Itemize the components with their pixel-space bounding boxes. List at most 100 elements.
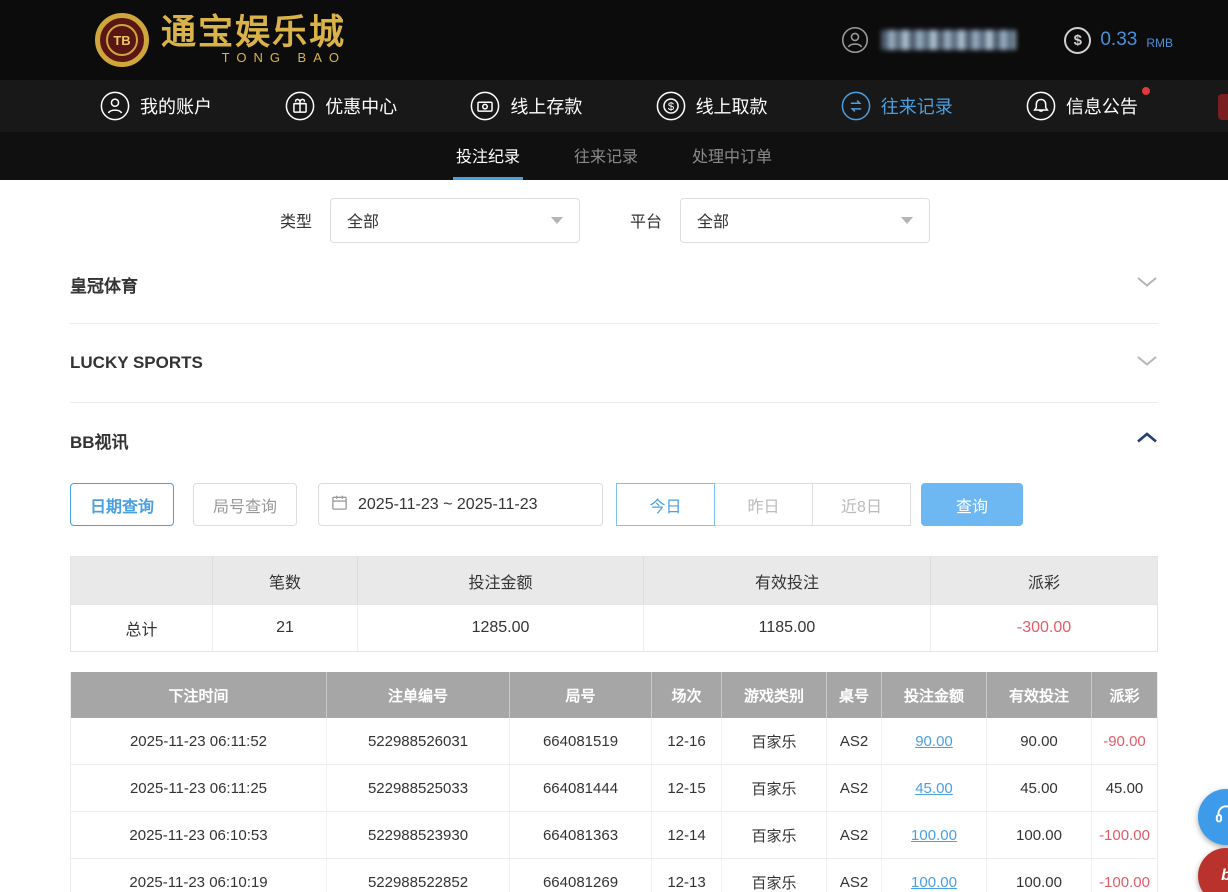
customer-service-button[interactable]: [1198, 789, 1228, 845]
section-crown-sports[interactable]: 皇冠体育: [70, 245, 1158, 324]
last-8-days-button[interactable]: 近8日: [812, 483, 911, 526]
notification-dot: [1142, 87, 1150, 95]
query-toolbar: 日期查询 局号查询 2025-11-23 ~ 2025-11-23 今日 昨日 …: [70, 483, 1158, 526]
nav-label: 信息公告: [1066, 93, 1138, 119]
balance-currency: RMB: [1146, 36, 1173, 50]
nav-item-deposit[interactable]: 线上存款: [470, 91, 582, 121]
tab-bet-records[interactable]: 投注纪录: [453, 132, 523, 180]
table-row: 2025-11-23 06:11:25 522988525033 6640814…: [71, 765, 1157, 812]
promo-floating-button[interactable]: b: [1198, 848, 1228, 892]
quick-range-group: 今日 昨日 近8日: [616, 483, 911, 526]
filter-bar: 类型 全部 平台 全部: [280, 197, 1228, 243]
tab-transaction-records[interactable]: 往来记录: [571, 132, 641, 180]
summary-count: 21: [213, 604, 358, 651]
svg-text:$: $: [667, 101, 674, 113]
bet-amount-link[interactable]: 45.00: [915, 780, 953, 797]
today-button[interactable]: 今日: [616, 483, 715, 526]
header-bet-time: 下注时间: [71, 672, 327, 718]
chevron-down-icon: [1136, 275, 1158, 293]
cell-valid-bet: 45.00: [987, 765, 1092, 811]
cell-order-id: 522988522852: [327, 859, 510, 892]
edge-marquee-partial: [1218, 94, 1228, 120]
user-area: $ 0.33 RMB: [841, 26, 1173, 54]
cell-table-no: AS2: [827, 718, 882, 764]
summary-payout: -300.00: [931, 604, 1157, 651]
gift-icon: [285, 91, 315, 121]
cell-bet-time: 2025-11-23 06:11:25: [71, 765, 327, 811]
cell-game-type: 百家乐: [722, 765, 827, 811]
section-title: LUCKY SPORTS: [70, 353, 203, 373]
section-title: 皇冠体育: [70, 272, 138, 297]
dollar-icon: $: [1064, 27, 1091, 54]
summary-table: 笔数 投注金额 有效投注 派彩 总计 21 1285.00 1185.00 -3…: [70, 556, 1158, 652]
summary-bet-amount: 1285.00: [358, 604, 644, 651]
header-table-no: 桌号: [827, 672, 882, 718]
section-bb-video[interactable]: BB视讯: [70, 403, 1158, 477]
summary-total-label: 总计: [71, 604, 213, 651]
chevron-down-icon: [551, 217, 563, 224]
cell-table-no: AS2: [827, 765, 882, 811]
username-redacted: [881, 30, 1016, 50]
bet-records-table: 下注时间 注单编号 局号 场次 游戏类别 桌号 投注金额 有效投注 派彩 202…: [70, 672, 1158, 892]
user-icon: [100, 91, 130, 121]
tab-pending-orders[interactable]: 处理中订单: [689, 132, 775, 180]
cell-table-no: AS2: [827, 812, 882, 858]
cell-payout: -90.00: [1092, 718, 1157, 764]
cell-bet-time: 2025-11-23 06:11:52: [71, 718, 327, 764]
date-query-button[interactable]: 日期查询: [70, 483, 174, 526]
summary-header-payout: 派彩: [931, 557, 1157, 604]
cell-session: 12-16: [652, 718, 722, 764]
customer-service-headset-icon: [1213, 802, 1228, 833]
nav-item-withdraw[interactable]: $ 线上取款: [656, 91, 768, 121]
header-valid-bet: 有效投注: [987, 672, 1092, 718]
header-round-id: 局号: [510, 672, 652, 718]
poker-chip-icon: TB: [95, 13, 149, 67]
round-query-button[interactable]: 局号查询: [193, 483, 297, 526]
search-button[interactable]: 查询: [921, 483, 1023, 526]
nav-item-records[interactable]: 往来记录: [841, 91, 953, 121]
cell-payout: -100.00: [1092, 812, 1157, 858]
date-range-input[interactable]: 2025-11-23 ~ 2025-11-23: [318, 483, 603, 526]
balance[interactable]: $ 0.33 RMB: [1064, 27, 1173, 54]
nav-item-promotions[interactable]: 优惠中心: [285, 91, 397, 121]
bet-amount-link[interactable]: 100.00: [911, 874, 957, 891]
table-row: 2025-11-23 06:11:52 522988526031 6640815…: [71, 718, 1157, 765]
cell-game-type: 百家乐: [722, 812, 827, 858]
cell-table-no: AS2: [827, 859, 882, 892]
summary-header-valid: 有效投注: [644, 557, 931, 604]
logo-subtitle: TONG BAO: [222, 50, 346, 65]
platform-select[interactable]: 全部: [680, 198, 930, 243]
cell-order-id: 522988525033: [327, 765, 510, 811]
header-game-type: 游戏类别: [722, 672, 827, 718]
nav-item-my-account[interactable]: 我的账户: [100, 91, 212, 121]
records-icon: [841, 91, 871, 121]
record-tabs: 投注纪录 往来记录 处理中订单: [0, 132, 1228, 180]
cell-game-type: 百家乐: [722, 718, 827, 764]
deposit-coin-icon: [470, 91, 500, 121]
summary-valid-bet: 1185.00: [644, 604, 931, 651]
cell-round-id: 664081363: [510, 812, 652, 858]
chevron-down-icon: [1136, 354, 1158, 372]
nav-item-announcements[interactable]: 信息公告: [1026, 91, 1138, 121]
site-logo[interactable]: TB 通宝娱乐城 TONG BAO: [95, 13, 346, 67]
bet-amount-link[interactable]: 90.00: [915, 733, 953, 750]
cell-session: 12-15: [652, 765, 722, 811]
header-bet-amount: 投注金额: [882, 672, 987, 718]
table-row: 2025-11-23 06:10:53 522988523930 6640813…: [71, 812, 1157, 859]
header-order-id: 注单编号: [327, 672, 510, 718]
section-lucky-sports[interactable]: LUCKY SPORTS: [70, 324, 1158, 403]
cell-valid-bet: 100.00: [987, 812, 1092, 858]
type-select[interactable]: 全部: [330, 198, 580, 243]
bet-amount-link[interactable]: 100.00: [911, 827, 957, 844]
nav-label: 往来记录: [881, 93, 953, 119]
user-avatar-icon[interactable]: [841, 26, 869, 54]
main-nav: 我的账户 优惠中心 线上存款 $ 线上取款: [0, 80, 1228, 132]
platform-select-value: 全部: [697, 208, 729, 232]
yesterday-button[interactable]: 昨日: [714, 483, 813, 526]
nav-label: 优惠中心: [325, 93, 397, 119]
cell-valid-bet: 100.00: [987, 859, 1092, 892]
withdraw-coin-icon: $: [656, 91, 686, 121]
cell-order-id: 522988526031: [327, 718, 510, 764]
header-payout: 派彩: [1092, 672, 1157, 718]
cell-session: 12-13: [652, 859, 722, 892]
